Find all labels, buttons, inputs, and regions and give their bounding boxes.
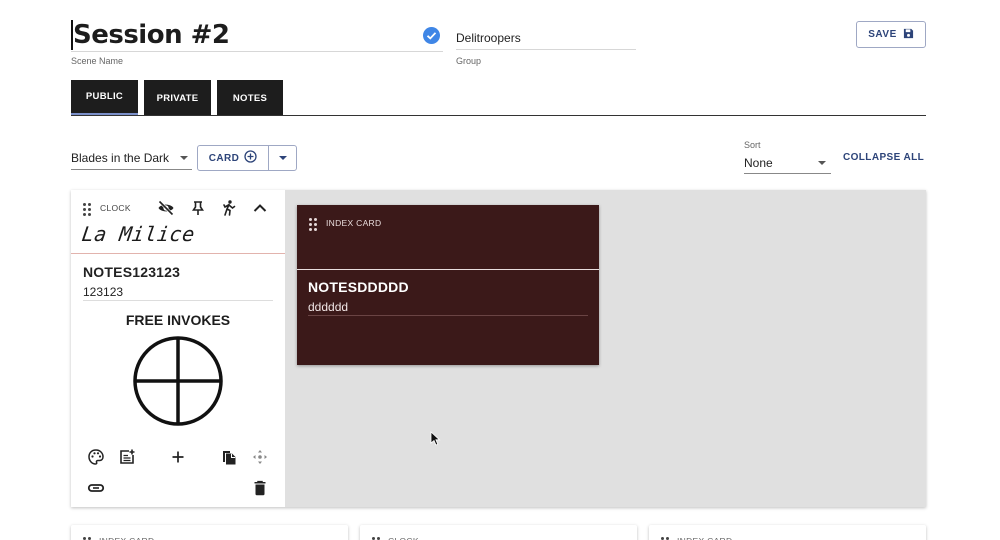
clock-card-header: CLOCK La Milice <box>71 190 285 254</box>
drag-handle-icon[interactable] <box>309 218 317 231</box>
free-invokes-label: FREE INVOKES <box>125 312 231 328</box>
card-type-label: INDEX CARD <box>99 536 154 540</box>
note-divider <box>308 315 588 316</box>
dropdown-arrow-icon <box>278 156 287 160</box>
sort-select[interactable]: None <box>744 152 831 174</box>
card-type-label: INDEX CARD <box>326 218 382 228</box>
tabs-divider <box>71 115 926 116</box>
note-title[interactable]: NOTESDDDDD <box>308 279 409 295</box>
save-button[interactable]: SAVE <box>856 21 926 48</box>
note-divider <box>83 300 273 301</box>
chevron-up-icon[interactable] <box>251 199 269 217</box>
add-card-label: CARD <box>208 152 240 164</box>
scene-name-label: Scene Name <box>71 56 124 66</box>
note-text[interactable]: dddddd <box>308 300 348 314</box>
game-system-value: Blades in the Dark <box>71 151 170 165</box>
drag-handle-icon[interactable] <box>83 203 91 216</box>
scene-tabs: PUBLIC PRIVATE NOTES <box>71 80 283 116</box>
game-system-select[interactable]: Blades in the Dark <box>71 146 192 170</box>
tab-private[interactable]: PRIVATE <box>144 80 211 116</box>
index-card-collapsed: INDEX CARD <box>649 525 926 540</box>
pin-icon[interactable] <box>189 199 207 217</box>
person-icon[interactable] <box>220 199 238 217</box>
save-label: SAVE <box>868 29 897 40</box>
sort-label: Sort <box>744 140 761 150</box>
dropdown-arrow-icon <box>818 161 826 165</box>
plus-icon[interactable] <box>169 448 187 466</box>
add-circle-icon <box>244 150 257 166</box>
floppy-disk-icon <box>903 28 914 42</box>
note-title[interactable]: NOTES123123 <box>83 264 180 280</box>
index-card-divider <box>297 269 599 270</box>
palette-icon[interactable] <box>87 448 105 466</box>
clock-title[interactable]: La Milice <box>80 222 196 246</box>
scene-name-field[interactable]: Session #2 <box>71 18 443 52</box>
add-card-button[interactable]: CARD <box>198 146 269 170</box>
group-label: Group <box>456 56 482 66</box>
card-type-label: CLOCK <box>388 536 419 540</box>
check-circle-icon <box>423 27 440 44</box>
card-type-label: CLOCK <box>100 203 131 213</box>
collapse-all-button[interactable]: COLLAPSE ALL <box>843 152 924 163</box>
tab-notes[interactable]: NOTES <box>217 80 283 116</box>
link-icon[interactable] <box>87 479 105 497</box>
add-card-button-group: CARD <box>197 145 297 171</box>
index-card-collapsed: INDEX CARD <box>71 525 348 540</box>
card-type-dropdown-button[interactable] <box>269 146 296 170</box>
scene-name-input[interactable]: Session #2 <box>73 18 230 52</box>
note-text[interactable]: 123123 <box>83 285 123 299</box>
index-card: INDEX CARD NOTESDDDDD dddddd <box>297 205 599 365</box>
copy-icon[interactable] <box>220 448 238 466</box>
group-input[interactable]: Delitroopers <box>456 26 636 50</box>
tab-public[interactable]: PUBLIC <box>71 80 138 116</box>
trash-icon[interactable] <box>251 479 269 497</box>
progress-clock[interactable] <box>132 335 224 427</box>
mouse-cursor-icon <box>430 431 441 446</box>
clock-card: CLOCK La Milice NOTES123123 123123 FREE … <box>71 190 285 507</box>
card-type-label: INDEX CARD <box>677 536 732 540</box>
sort-value: None <box>744 156 773 170</box>
eye-off-icon[interactable] <box>157 199 175 217</box>
note-add-icon[interactable] <box>118 448 136 466</box>
dropdown-arrow-icon <box>180 156 188 160</box>
move-icon[interactable] <box>251 448 269 466</box>
clock-card-collapsed: CLOCK <box>360 525 637 540</box>
